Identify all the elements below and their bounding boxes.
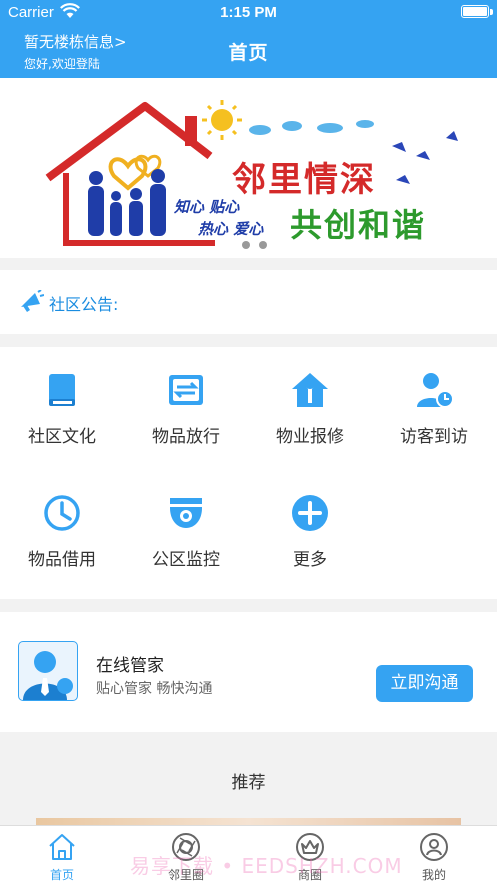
banner-headline: 邻里情深 (232, 160, 376, 200)
service-visitor[interactable]: 访客到访 (372, 347, 496, 467)
tab-business[interactable]: 商圈 (248, 826, 372, 883)
status-bar: Carrier 1:15 PM (0, 0, 497, 26)
online-butler-card: 在线管家 贴心管家 畅快沟通 立即沟通 (0, 612, 497, 732)
tab-neighborhood[interactable]: 邻里圈 (124, 826, 248, 883)
service-label: 物业报修 (276, 427, 344, 447)
top-header: Carrier 1:15 PM 暂无楼栋信息> 您好,欢迎登陆 首页 (0, 0, 497, 78)
services-grid: 社区文化 物品放行 物业报修 访客到访 物品借用 公区监控 更多 (0, 347, 497, 599)
butler-icon (23, 651, 73, 700)
carousel-dots (242, 234, 276, 253)
butler-title: 在线管家 (96, 656, 164, 676)
recommend-section: 推荐 (0, 745, 497, 838)
home-icon (49, 834, 75, 860)
butler-subtitle: 贴心管家 畅快沟通 (96, 681, 213, 697)
tab-home[interactable]: 首页 (0, 826, 124, 883)
carousel-dot[interactable] (259, 241, 267, 249)
recommend-title: 推荐 (231, 773, 266, 793)
service-label: 访客到访 (400, 427, 468, 447)
camera-icon (170, 498, 202, 528)
visitor-icon (417, 373, 453, 408)
service-label: 社区文化 (28, 427, 96, 447)
repair-icon (292, 373, 328, 407)
banner-carousel[interactable]: 邻里情深 共创和谐 知心 贴心 热心 爱心 (0, 78, 497, 258)
tab-label: 邻里圈 (167, 868, 204, 882)
service-label: 物品放行 (152, 427, 220, 447)
tab-label: 我的 (421, 868, 446, 882)
service-label: 公区监控 (152, 550, 220, 570)
tab-mine[interactable]: 我的 (372, 826, 496, 883)
shop-icon (296, 833, 324, 861)
service-label: 物品借用 (28, 550, 96, 570)
community-notice[interactable]: 社区公告: (0, 270, 497, 334)
megaphone-icon (21, 290, 44, 312)
clock-icon (44, 495, 80, 531)
service-more[interactable]: 更多 (248, 470, 372, 590)
carousel-dot[interactable] (242, 241, 250, 249)
chat-now-button[interactable]: 立即沟通 (376, 665, 473, 702)
service-public-monitor[interactable]: 公区监控 (124, 470, 248, 590)
plus-icon (292, 495, 328, 531)
bottom-tab-bar: 首页 邻里圈 商圈 我的 易享下载 • EEDSHZH.COM (0, 825, 497, 883)
battery-icon (461, 5, 489, 18)
service-label: 更多 (293, 550, 327, 570)
notice-label: 社区公告: (49, 295, 119, 314)
release-icon (169, 375, 203, 405)
butler-avatar (18, 641, 78, 701)
service-community-culture[interactable]: 社区文化 (0, 347, 124, 467)
banner-tag-1: 知心 贴心 (174, 198, 240, 216)
service-item-release[interactable]: 物品放行 (124, 347, 248, 467)
book-icon (49, 374, 75, 406)
tab-label: 首页 (49, 868, 74, 882)
profile-icon (420, 833, 448, 861)
tab-label: 商圈 (297, 868, 322, 882)
service-property-repair[interactable]: 物业报修 (248, 347, 372, 467)
service-item-borrow[interactable]: 物品借用 (0, 470, 124, 590)
banner-slogan: 共创和谐 (290, 206, 427, 244)
page-title: 首页 (228, 42, 269, 64)
clock: 1:15 PM (220, 4, 277, 21)
camera-lens-icon (172, 833, 200, 861)
